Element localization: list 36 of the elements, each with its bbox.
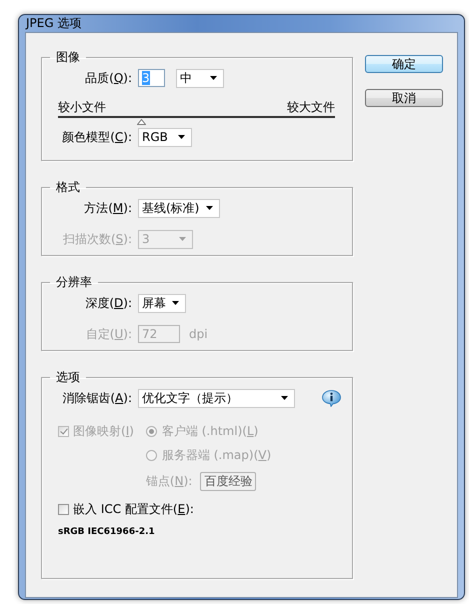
field-label: 图像映射(I) <box>73 422 134 440</box>
caret-icon <box>210 76 217 80</box>
window-title: JPEG 选项 <box>25 15 82 32</box>
group-title: 格式 <box>55 179 81 196</box>
dropdown[interactable]: 优化文字（提示） <box>138 388 295 408</box>
group-title: 选项 <box>55 369 81 386</box>
profile-name: sRGB IEC61966-2.1 <box>58 527 156 537</box>
field-label: 扫描次数(S): <box>62 230 132 248</box>
caret-icon <box>206 206 213 210</box>
field-label: 颜色模型(C): <box>61 128 132 146</box>
field-label: 品质(Q): <box>84 70 132 86</box>
dropdown[interactable]: 中 <box>176 68 224 88</box>
caret-icon <box>172 301 179 305</box>
dropdown[interactable]: 基线(标准) <box>138 198 220 218</box>
slider-label: 较大文件 <box>287 98 335 116</box>
field-label: 深度(D): <box>84 294 132 312</box>
info-icon[interactable] <box>322 390 341 406</box>
caret-icon <box>179 237 186 241</box>
field-label: 消除锯齿(A): <box>61 390 132 406</box>
checkbox[interactable] <box>58 504 69 514</box>
ok-button[interactable]: 确定 <box>365 55 443 73</box>
cancel-button[interactable]: 取消 <box>365 89 443 107</box>
field-label: 锚点(N): <box>146 472 192 490</box>
field-label: 嵌入 ICC 配置文件(E): <box>73 500 194 518</box>
field-label: 自定(U): <box>84 326 132 342</box>
group-title: 分辨率 <box>55 274 93 291</box>
group-title: 图像 <box>55 49 81 66</box>
dropdown[interactable]: 屏幕 <box>138 294 186 312</box>
dropdown[interactable]: RGB <box>138 128 192 146</box>
unit-label: dpi <box>189 327 208 341</box>
field-label: 服务器端 (.map)(V) <box>162 446 272 464</box>
field-label: 方法(M): <box>83 200 132 216</box>
caret-icon <box>281 396 288 400</box>
field-label: 客户端 (.html)(L) <box>162 422 258 440</box>
caret-icon <box>178 135 185 139</box>
slider-label: 较小文件 <box>58 98 106 116</box>
